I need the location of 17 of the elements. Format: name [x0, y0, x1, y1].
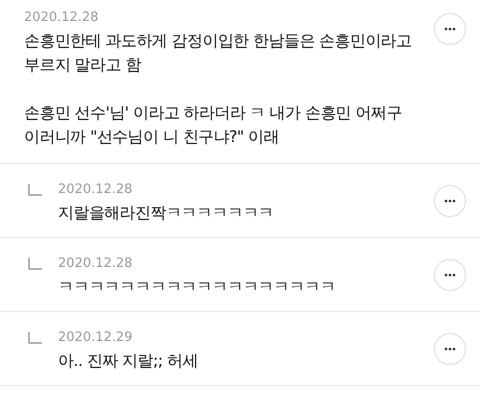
comment-date: 2020.12.28 — [58, 181, 134, 199]
comment-date: 2020.12.29 — [58, 329, 134, 347]
ellipsis-icon — [444, 347, 456, 351]
more-button[interactable] — [434, 259, 466, 291]
comment-text: 지랄을해라진짝ㅋㅋㅋㅋㅋㅋㅋ — [58, 202, 275, 224]
comment-date: 2020.12.28 — [58, 255, 134, 273]
ellipsis-icon — [444, 27, 456, 31]
comment-text: ㅋㅋㅋㅋㅋㅋㅋㅋㅋㅋㅋㅋㅋㅋㅋㅋㅋㅋ — [58, 276, 336, 298]
ellipsis-icon — [444, 273, 456, 277]
more-button[interactable] — [434, 333, 466, 365]
comment-text: 아.. 진짜 지랄;; 허세 — [58, 350, 199, 372]
comment-text: 손흥민한테 과도하게 감정이입한 한남들은 손흥민이라고 부르지 말라고 함 — [24, 30, 413, 76]
more-button[interactable] — [434, 185, 466, 217]
comment-text: 손흥민 선수'님' 이라고 하라더라 ㅋ 내가 손흥민 어쩌구 이러니까 "선수님이 니 친구냐?" 이래 — [24, 102, 403, 148]
ellipsis-icon — [444, 199, 456, 203]
comment-date: 2020.12.28 — [24, 9, 100, 27]
more-button[interactable] — [434, 13, 466, 45]
